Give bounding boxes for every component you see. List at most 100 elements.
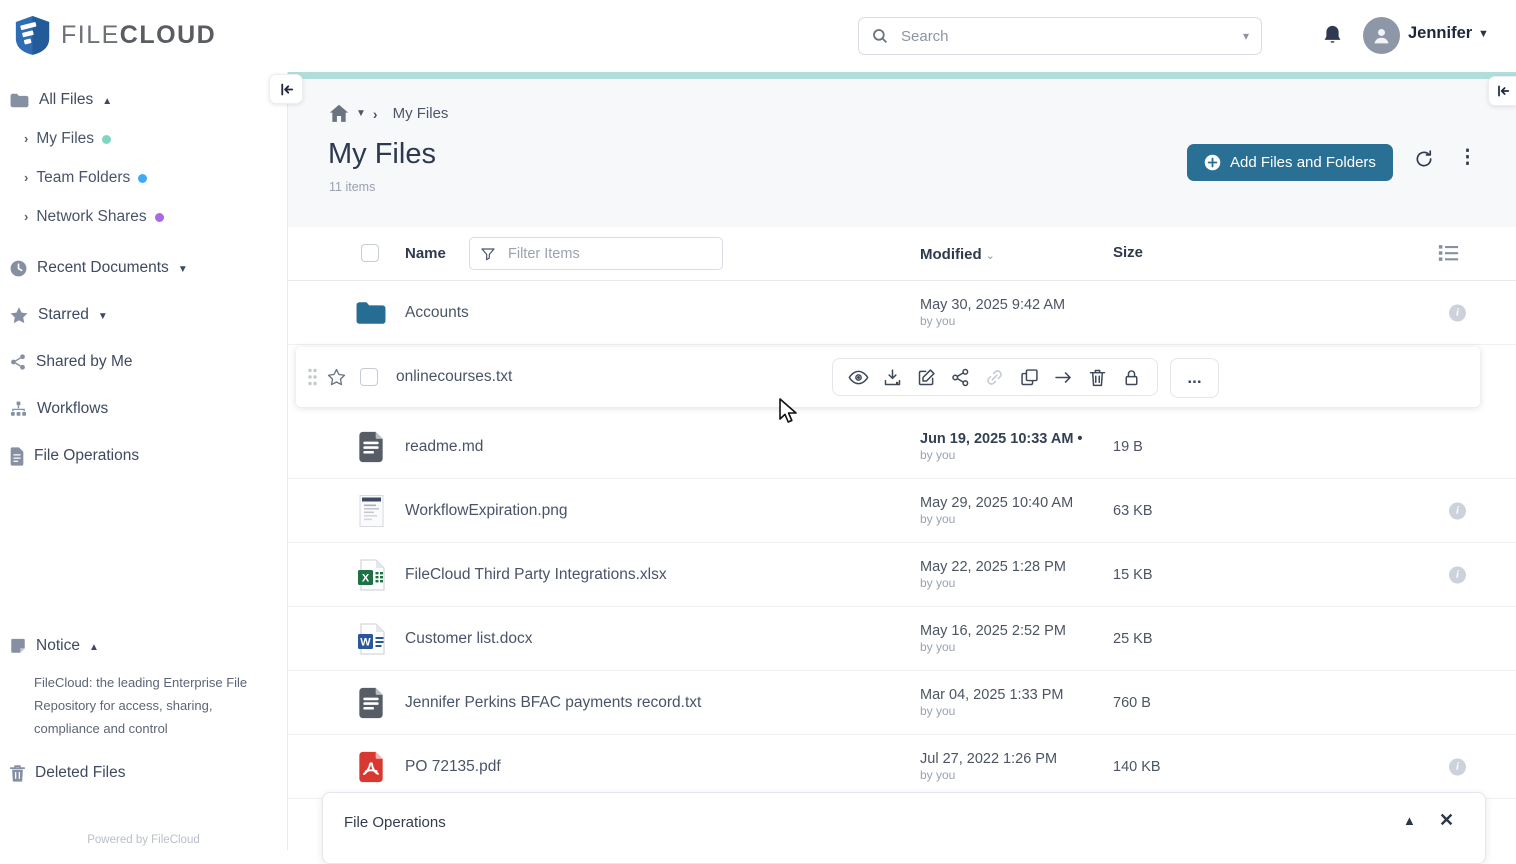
sidebar-item-starred[interactable]: Starred ▼ — [0, 304, 287, 326]
select-all-checkbox[interactable] — [361, 244, 379, 262]
home-icon[interactable] — [329, 104, 349, 123]
filter-box[interactable] — [469, 237, 723, 270]
powered-by-text: Powered by FileCloud — [87, 834, 200, 846]
sidebar-section-notice[interactable]: Notice ▲ — [0, 635, 287, 657]
file-name[interactable]: Customer list.docx — [405, 630, 532, 648]
file-row[interactable]: onlinecourses.txt ... — [287, 345, 1516, 415]
more-options-icon[interactable]: ⋮ — [1458, 146, 1477, 169]
search-dropdown-caret-icon[interactable]: ▾ — [1243, 29, 1249, 43]
workflow-icon — [9, 400, 28, 418]
pdf-icon — [354, 750, 388, 783]
name-column-header[interactable]: Name — [405, 245, 446, 262]
edit-icon[interactable] — [916, 367, 937, 388]
status-dot — [154, 212, 164, 222]
star-icon — [9, 306, 29, 325]
global-search[interactable]: ▾ — [858, 17, 1262, 55]
chevron-right-icon[interactable]: › — [24, 209, 28, 224]
breadcrumb-current[interactable]: My Files — [393, 105, 449, 122]
sidebar-item-network-shares[interactable]: › Network Shares — [24, 206, 287, 228]
file-row[interactable]: Accounts May 30, 2025 9:42 AM by you i — [287, 281, 1516, 345]
sidebar-item-label: Starred — [38, 306, 89, 323]
lock-icon[interactable] — [1121, 367, 1142, 388]
chevron-right-icon[interactable]: › — [24, 131, 28, 146]
sidebar-item-file-operations[interactable]: File Operations — [0, 445, 287, 467]
info-icon[interactable]: i — [1449, 502, 1466, 519]
search-input[interactable] — [899, 26, 1243, 46]
file-name[interactable]: onlinecourses.txt — [396, 368, 512, 386]
file-size: 19 B — [1113, 438, 1143, 455]
sidebar-item-recent-documents[interactable]: Recent Documents ▼ — [0, 257, 287, 279]
sidebar-item-label: My Files — [36, 130, 95, 147]
file-row[interactable]: readme.md Jun 19, 2025 10:33 AM • by you … — [287, 415, 1516, 479]
chevron-right-icon[interactable]: › — [24, 170, 28, 185]
sidebar-item-workflows[interactable]: Workflows — [0, 398, 287, 420]
share-icon[interactable] — [950, 367, 971, 388]
progress-bar — [287, 72, 1516, 79]
preview-icon[interactable] — [848, 367, 869, 388]
info-icon[interactable]: i — [1449, 566, 1466, 583]
user-name[interactable]: Jennifer — [1408, 24, 1472, 43]
file-name[interactable]: Accounts — [405, 304, 469, 322]
sidebar: All Files ▲ › My Files › Team Folders › … — [0, 72, 303, 850]
collapse-caret-icon[interactable]: ▲ — [102, 96, 112, 107]
download-icon[interactable] — [882, 367, 903, 388]
share-icon — [9, 353, 27, 371]
file-name[interactable]: PO 72135.pdf — [405, 758, 501, 776]
sidebar-item-label: Team Folders — [36, 169, 131, 186]
star-outline-icon[interactable] — [327, 368, 346, 386]
panel-expand-caret-icon[interactable]: ▲ — [1403, 813, 1416, 828]
file-row[interactable]: Jennifer Perkins BFAC payments record.tx… — [287, 671, 1516, 735]
add-files-button[interactable]: Add Files and Folders — [1187, 144, 1393, 181]
main-content: ▼ › My Files My Files 11 items Add Files… — [287, 72, 1516, 864]
sidebar-item-shared-by-me[interactable]: Shared by Me — [0, 351, 287, 373]
sidebar-item-deleted-files[interactable]: Deleted Files — [0, 762, 287, 784]
drag-handle-icon[interactable] — [307, 368, 318, 386]
search-icon — [871, 27, 889, 45]
file-size: 760 B — [1113, 694, 1151, 711]
file-name[interactable]: FileCloud Third Party Integrations.xlsx — [405, 566, 667, 584]
panel-close-icon[interactable]: ✕ — [1439, 810, 1454, 831]
file-name[interactable]: WorkflowExpiration.png — [405, 502, 568, 520]
user-menu-caret-icon[interactable]: ▼ — [1478, 28, 1489, 40]
txt-icon — [354, 430, 388, 463]
breadcrumb-caret-icon[interactable]: ▼ — [356, 108, 366, 119]
expand-caret-icon[interactable]: ▼ — [98, 311, 108, 322]
delete-icon[interactable] — [1087, 367, 1108, 388]
expand-caret-icon[interactable]: ▼ — [178, 264, 188, 275]
link-icon[interactable] — [984, 367, 1005, 388]
file-row[interactable]: X FileCloud Third Party Integrations.xls… — [287, 543, 1516, 607]
file-row[interactable]: W Customer list.docx May 16, 2025 2:52 P… — [287, 607, 1516, 671]
notice-text: FileCloud: the leading Enterprise File R… — [34, 675, 248, 737]
info-icon[interactable]: i — [1449, 304, 1466, 321]
filter-input[interactable] — [506, 244, 712, 263]
move-icon[interactable] — [1053, 367, 1074, 388]
right-panel-collapse-button[interactable] — [1488, 76, 1516, 106]
sidebar-item-team-folders[interactable]: › Team Folders — [24, 167, 287, 189]
copy-icon[interactable] — [1019, 367, 1040, 388]
file-name[interactable]: Jennifer Perkins BFAC payments record.tx… — [405, 694, 701, 712]
file-table: Name Modified⌄ Size Accounts May 30, 202… — [287, 227, 1516, 850]
file-operations-panel[interactable]: File Operations ▲ ✕ — [322, 792, 1486, 864]
collapse-caret-icon[interactable]: ▲ — [89, 642, 99, 653]
avatar[interactable] — [1363, 17, 1400, 54]
sidebar-item-label: Notice — [36, 637, 80, 654]
info-icon[interactable]: i — [1449, 758, 1466, 775]
size-column-header[interactable]: Size — [1113, 244, 1143, 261]
modified-column-header[interactable]: Modified ⌄ — [920, 246, 995, 263]
row-more-button[interactable]: ... — [1170, 358, 1219, 398]
refresh-icon[interactable] — [1414, 149, 1434, 169]
file-name[interactable]: readme.md — [405, 438, 483, 456]
notifications-bell-icon[interactable] — [1322, 24, 1343, 47]
sidebar-item-all-files[interactable]: All Files ▲ — [0, 89, 287, 111]
sidebar-item-label: Deleted Files — [35, 764, 126, 782]
page-title: My Files — [328, 138, 436, 170]
modified-cell: Mar 04, 2025 1:33 PM by you — [920, 686, 1064, 719]
sidebar-collapse-button[interactable] — [269, 74, 303, 104]
hovered-row-card[interactable]: onlinecourses.txt ... — [296, 347, 1480, 407]
row-checkbox[interactable] — [360, 368, 378, 386]
file-row[interactable]: PO 72135.pdf Jul 27, 2022 1:26 PM by you … — [287, 735, 1516, 799]
file-row[interactable]: WorkflowExpiration.png May 29, 2025 10:4… — [287, 479, 1516, 543]
sidebar-item-my-files[interactable]: › My Files — [24, 128, 287, 150]
list-view-icon[interactable] — [1438, 243, 1459, 263]
filecloud-logo[interactable]: FILECLOUD — [14, 14, 216, 56]
